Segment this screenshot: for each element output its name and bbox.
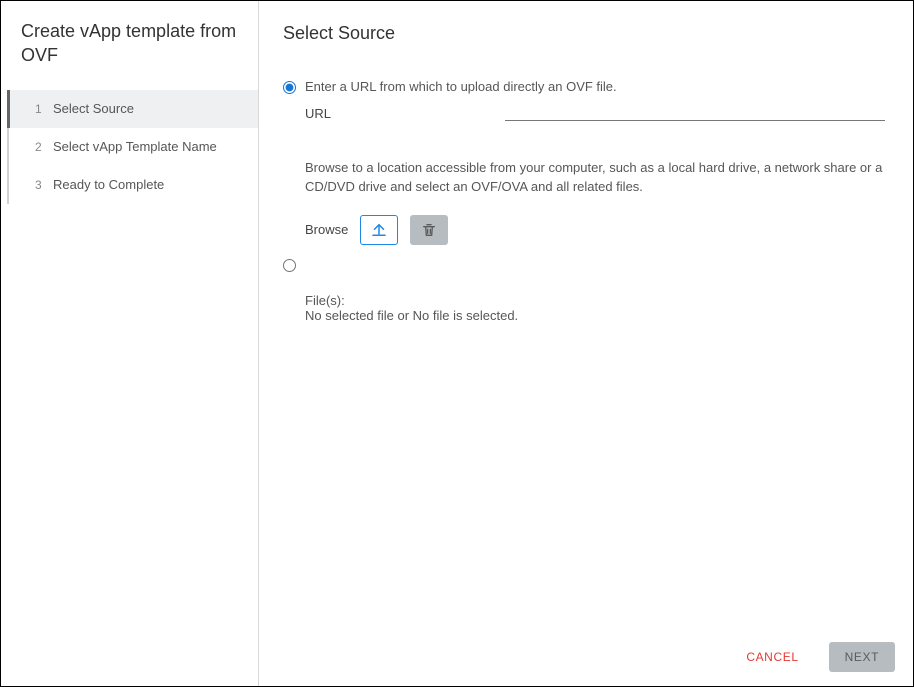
browse-option: Browse to a location accessible from you… [283, 159, 885, 323]
step-select-vapp-template-name[interactable]: 2 Select vApp Template Name [9, 128, 258, 166]
page-title: Select Source [283, 23, 885, 44]
wizard-dialog: Create vApp template from OVF 1 Select S… [0, 0, 914, 687]
files-status: No selected file or No file is selected. [305, 308, 885, 323]
wizard-sidebar: Create vApp template from OVF 1 Select S… [1, 1, 259, 686]
browse-option-description: Browse to a location accessible from you… [305, 159, 885, 197]
cancel-button[interactable]: CANCEL [730, 642, 814, 672]
url-input[interactable] [505, 101, 885, 121]
files-block: File(s): No selected file or No file is … [305, 293, 885, 323]
step-label: Select vApp Template Name [53, 139, 217, 154]
url-option-description: Enter a URL from which to upload directl… [305, 78, 885, 97]
step-ready-to-complete[interactable]: 3 Ready to Complete [9, 166, 258, 204]
wizard-title: Create vApp template from OVF [1, 19, 258, 90]
wizard-footer: CANCEL NEXT [730, 642, 895, 672]
files-heading: File(s): [305, 293, 885, 308]
main-content: Select Source Enter a URL from which to … [259, 1, 913, 686]
step-label: Ready to Complete [53, 177, 164, 192]
trash-icon [421, 222, 437, 238]
browse-radio[interactable] [283, 259, 296, 272]
url-radio[interactable] [283, 81, 296, 94]
browse-label: Browse [305, 222, 348, 237]
next-button[interactable]: NEXT [829, 642, 895, 672]
url-option: Enter a URL from which to upload directl… [283, 78, 885, 121]
step-select-source[interactable]: 1 Select Source [7, 90, 258, 128]
step-number: 3 [35, 178, 53, 192]
upload-button[interactable] [360, 215, 398, 245]
step-label: Select Source [53, 101, 134, 116]
wizard-main: Select Source Enter a URL from which to … [259, 1, 913, 686]
url-field-label: URL [305, 106, 505, 121]
step-number: 1 [35, 102, 53, 116]
delete-button[interactable] [410, 215, 448, 245]
upload-icon [370, 221, 388, 239]
step-number: 2 [35, 140, 53, 154]
wizard-steps: 1 Select Source 2 Select vApp Template N… [7, 90, 258, 204]
